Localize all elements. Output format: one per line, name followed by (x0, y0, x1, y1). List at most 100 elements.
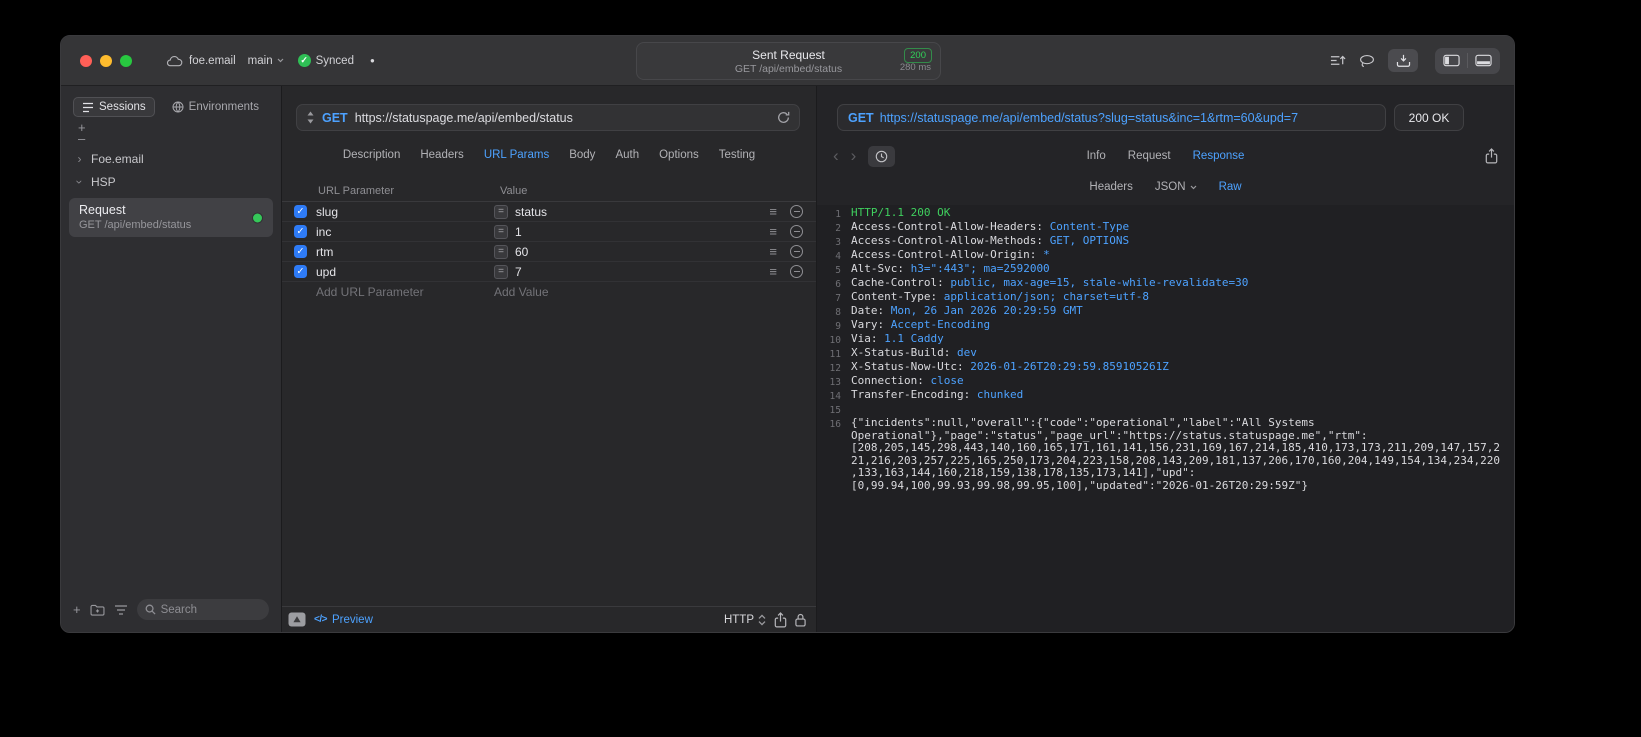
remove-param-icon[interactable] (790, 245, 803, 258)
param-key[interactable]: upd (316, 265, 494, 279)
response-status-box: 200 OK (1394, 104, 1464, 131)
request-url[interactable]: https://statuspage.me/api/embed/status (355, 111, 770, 125)
history-clock-icon[interactable] (868, 145, 896, 167)
zoom-window-button[interactable] (120, 54, 132, 67)
sync-status[interactable]: ✓ Synced (297, 54, 354, 67)
remove-param-icon[interactable] (790, 205, 803, 218)
tab-info[interactable]: Info (1087, 150, 1106, 162)
remove-param-icon[interactable] (790, 225, 803, 238)
tab-sessions[interactable]: Sessions (73, 97, 155, 117)
panel-expand-icon[interactable] (288, 612, 306, 627)
lasso-icon[interactable] (1359, 54, 1375, 68)
chevron-right-icon[interactable]: › (75, 152, 84, 166)
param-checkbox[interactable]: ✓ (294, 205, 307, 218)
new-folder-icon[interactable] (90, 604, 105, 616)
subtab-json[interactable]: JSON (1155, 181, 1197, 193)
tab-request[interactable]: Request (1128, 150, 1171, 162)
tab-testing[interactable]: Testing (719, 149, 755, 161)
project-selector[interactable]: foe.email (166, 55, 236, 67)
request-url-bar[interactable]: GET https://statuspage.me/api/embed/stat… (296, 104, 800, 131)
param-value[interactable]: 1 (515, 225, 769, 239)
chevron-down-icon[interactable]: › (73, 177, 87, 186)
response-tabs: Info Request Response (1087, 150, 1245, 162)
param-row[interactable]: ✓ inc = 1 ≡ (282, 222, 816, 242)
param-checkbox[interactable]: ✓ (294, 265, 307, 278)
share-icon[interactable] (774, 611, 787, 628)
tree-group-foe-email[interactable]: › Foe.email (61, 147, 281, 170)
tab-environments[interactable]: Environments (163, 97, 268, 117)
param-row[interactable]: ✓ slug = status ≡ (282, 202, 816, 222)
tree-group-label: HSP (91, 174, 116, 189)
request-method[interactable]: GET (322, 111, 348, 125)
drag-handle-icon[interactable]: ≡ (769, 244, 777, 259)
drag-handle-icon[interactable]: ≡ (769, 264, 777, 279)
protocol-selector[interactable]: HTTP (724, 614, 766, 626)
sort-lines-icon[interactable] (1330, 54, 1346, 67)
method-swap-icon[interactable] (306, 111, 315, 124)
search-input[interactable] (160, 603, 261, 616)
list-options-icon[interactable] (114, 604, 128, 615)
line-text: Cache-Control: public, max-age=15, stale… (851, 276, 1249, 289)
param-row[interactable]: ✓ upd = 7 ≡ (282, 262, 816, 282)
param-key[interactable]: inc (316, 225, 494, 239)
export-response-icon[interactable] (1485, 148, 1498, 164)
remove-session-button[interactable]: – (78, 132, 281, 145)
close-window-button[interactable] (80, 54, 92, 67)
subtab-headers[interactable]: Headers (1089, 181, 1132, 193)
tab-description[interactable]: Description (343, 149, 401, 161)
code-line: 12 X-Status-Now-Utc: 2026-01-26T20:29:59.… (825, 360, 1502, 375)
drag-handle-icon[interactable]: ≡ (769, 224, 777, 239)
tab-body[interactable]: Body (569, 149, 595, 161)
history-forward-icon[interactable]: › (851, 146, 857, 166)
request-footer: </> Preview HTTP (282, 606, 816, 632)
add-url-parameter-placeholder[interactable]: Add URL Parameter (316, 285, 494, 299)
tab-options[interactable]: Options (659, 149, 699, 161)
param-checkbox[interactable]: ✓ (294, 245, 307, 258)
sidebar-item-request[interactable]: Request GET /api/embed/status (69, 198, 273, 237)
lock-icon[interactable] (795, 613, 806, 627)
import-tray-icon[interactable] (1388, 49, 1418, 72)
add-param-row[interactable]: Add URL Parameter Add Value (282, 282, 816, 302)
tab-response[interactable]: Response (1193, 150, 1245, 162)
tab-auth[interactable]: Auth (615, 149, 639, 161)
tab-headers[interactable]: Headers (420, 149, 463, 161)
minimize-window-button[interactable] (100, 54, 112, 67)
param-value[interactable]: 7 (515, 265, 769, 279)
param-key[interactable]: rtm (316, 245, 494, 259)
request-status-dot (253, 213, 262, 222)
sent-request-summary[interactable]: Sent Request 200 GET /api/embed/status 2… (636, 42, 941, 80)
tree-group-hsp[interactable]: › HSP (61, 170, 281, 193)
param-key[interactable]: slug (316, 205, 494, 219)
tab-environments-label: Environments (188, 101, 259, 113)
code-line: 5 Alt-Svc: h3=":443"; ma=2592000 (825, 262, 1502, 277)
params-table-header: URL Parameter Value (282, 181, 816, 202)
status-badge: 200 (904, 48, 932, 63)
line-text: Vary: Accept-Encoding (851, 318, 991, 331)
drag-handle-icon[interactable]: ≡ (769, 204, 777, 219)
branch-selector[interactable]: main (248, 55, 284, 67)
param-value[interactable]: status (515, 205, 769, 219)
param-value[interactable]: 60 (515, 245, 769, 259)
preview-button[interactable]: </> Preview (314, 614, 373, 626)
add-value-placeholder[interactable]: Add Value (494, 285, 549, 299)
sidebar-search[interactable] (136, 599, 269, 620)
code-line: 8 Date: Mon, 26 Jan 2026 20:29:59 GMT (825, 304, 1502, 319)
code-line: 16 {"incidents":null,"overall":{"code":"o… (825, 416, 1502, 492)
tab-url-params[interactable]: URL Params (484, 149, 549, 161)
line-text: Alt-Svc: h3=":443"; ma=2592000 (851, 262, 1050, 275)
history-back-icon[interactable]: ‹ (833, 146, 839, 166)
add-item-button[interactable]: + (73, 603, 81, 616)
remove-param-icon[interactable] (790, 265, 803, 278)
param-checkbox[interactable]: ✓ (294, 225, 307, 238)
code-line: 3 Access-Control-Allow-Methods: GET, OPTI… (825, 234, 1502, 249)
tree-group-label: Foe.email (91, 151, 144, 166)
param-row[interactable]: ✓ rtm = 60 ≡ (282, 242, 816, 262)
response-url-bar[interactable]: GET https://statuspage.me/api/embed/stat… (837, 104, 1386, 131)
resend-icon[interactable] (777, 111, 790, 124)
toggle-left-sidebar-icon[interactable] (1436, 49, 1467, 73)
line-number: 2 (835, 222, 841, 234)
toggle-bottom-panel-icon[interactable] (1468, 49, 1499, 73)
subtab-headers-label: Headers (1089, 181, 1133, 193)
add-session-button[interactable]: + (78, 121, 281, 134)
subtab-raw[interactable]: Raw (1219, 181, 1242, 193)
